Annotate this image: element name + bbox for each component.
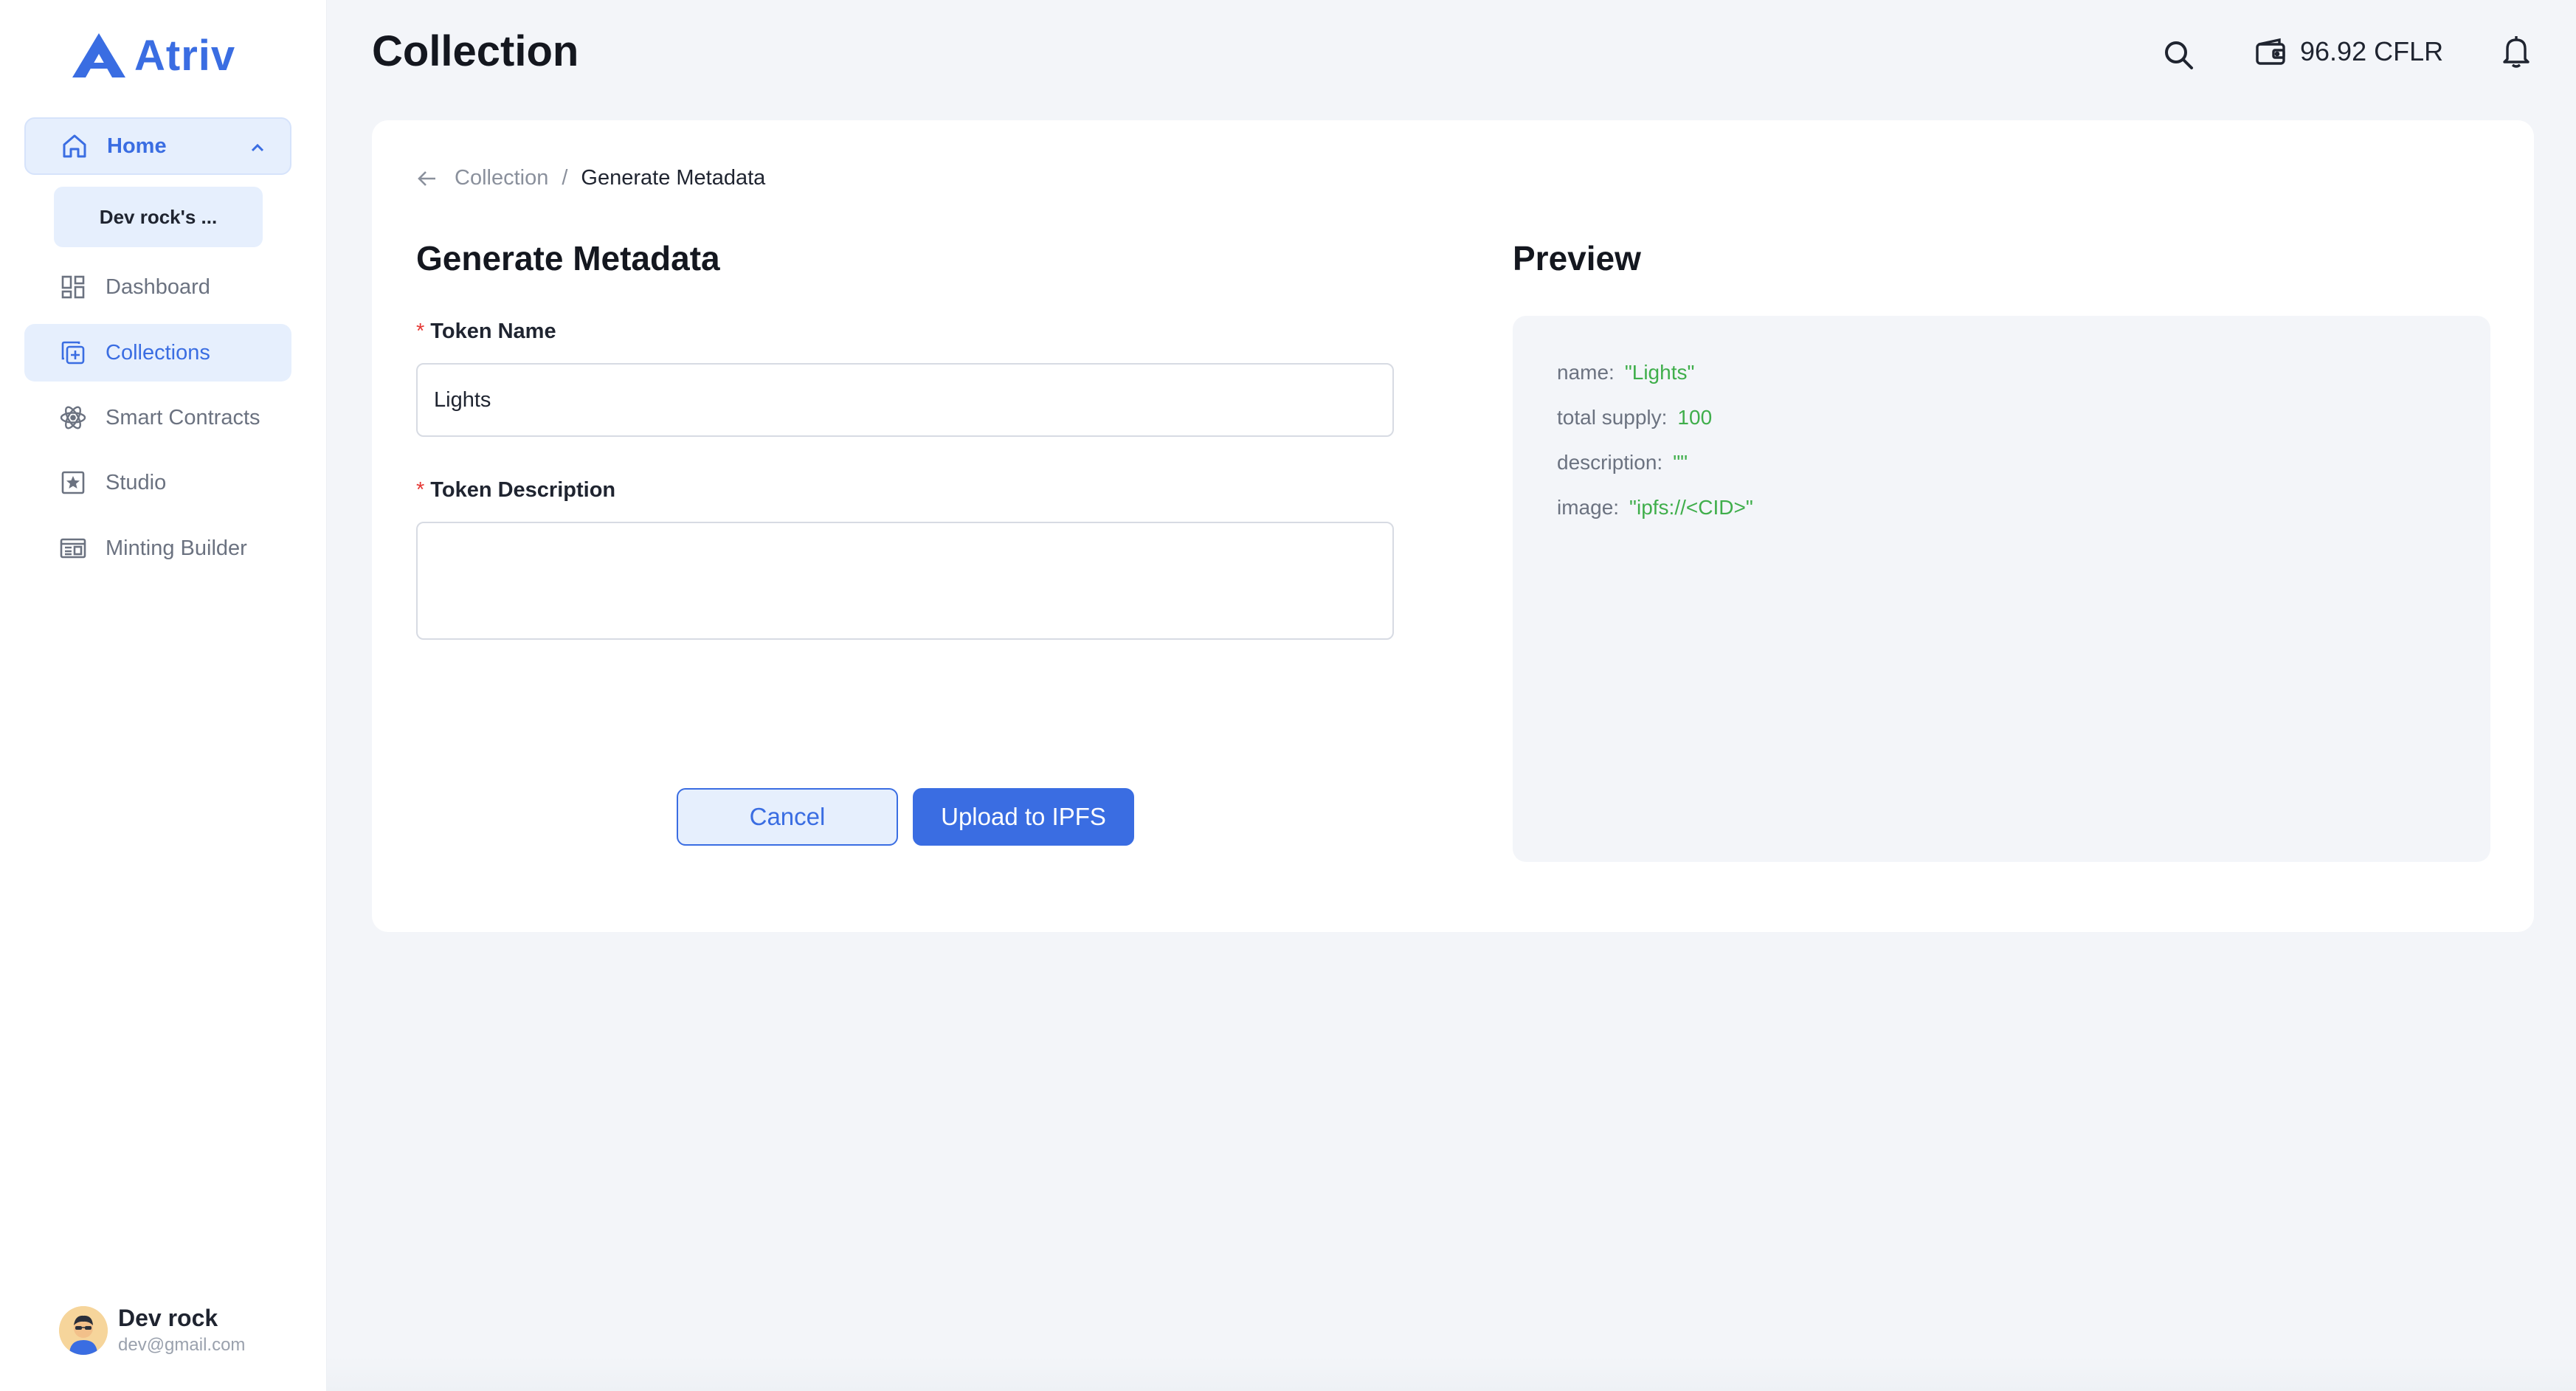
token-description-input[interactable] [416, 522, 1394, 640]
sidebar-item-label: Collections [106, 340, 210, 365]
star-square-icon [58, 468, 88, 497]
preview-row-image: image: "ipfs://<CID>" [1557, 485, 2446, 530]
token-name-label: * Token Name [416, 320, 556, 344]
search-icon[interactable] [2162, 38, 2195, 71]
sidebar-item-label: Dashboard [106, 275, 210, 299]
required-mark: * [416, 320, 425, 343]
collections-icon [58, 338, 88, 367]
preview-value: "" [1673, 451, 1688, 474]
chevron-up-icon[interactable] [249, 139, 266, 157]
sidebar-item-collections[interactable]: Collections [24, 324, 291, 382]
user-profile[interactable]: Dev rock dev@gmail.com [59, 1305, 245, 1356]
page-title: Collection [372, 27, 579, 75]
preview-value: "ipfs://<CID>" [1629, 496, 1753, 519]
builder-icon [58, 534, 88, 563]
preview-title: Preview [1513, 239, 1641, 277]
sidebar-item-label: Home [107, 134, 167, 158]
cancel-button[interactable]: Cancel [677, 788, 898, 846]
avatar [59, 1305, 108, 1355]
preview-value: 100 [1677, 406, 1713, 429]
breadcrumb-separator: / [562, 166, 568, 190]
user-email: dev@gmail.com [118, 1335, 246, 1355]
sidebar-subitem-collection[interactable]: Dev rock's ... [54, 187, 263, 247]
app-name: Atriv [134, 31, 236, 80]
sidebar-item-studio[interactable]: Studio [24, 454, 291, 511]
breadcrumb-parent-link[interactable]: Collection [455, 166, 548, 190]
page-bottom-edge [327, 1356, 2576, 1391]
token-name-input[interactable] [416, 363, 1394, 437]
sidebar-item-dashboard[interactable]: Dashboard [24, 258, 291, 316]
preview-key: total supply: [1557, 406, 1668, 429]
breadcrumb-current: Generate Metadata [581, 166, 766, 190]
atriv-logo-icon [72, 33, 125, 77]
preview-key: name: [1557, 361, 1615, 384]
wallet-balance-value: 96.92 CFLR [2300, 36, 2444, 66]
form-title: Generate Metadata [416, 239, 720, 277]
preview-key: description: [1557, 451, 1663, 474]
notification-bell-icon[interactable] [2500, 34, 2532, 68]
metadata-preview: name: "Lights" total supply: 100 descripti… [1513, 316, 2490, 862]
required-mark: * [416, 478, 425, 502]
sidebar-item-home[interactable]: Home [24, 117, 291, 175]
sidebar: Atriv Home Dev rock's ... Dashboard Coll… [0, 0, 327, 1391]
token-description-label: * Token Description [416, 478, 615, 503]
atom-icon [58, 403, 88, 432]
metadata-card: Collection / Generate Metadata Generate … [372, 120, 2534, 932]
wallet-icon [2256, 38, 2285, 65]
token-description-label-text: Token Description [430, 478, 616, 502]
upload-to-ipfs-button[interactable]: Upload to IPFS [913, 788, 1134, 846]
dashboard-icon [58, 272, 88, 302]
sidebar-item-minting-builder[interactable]: Minting Builder [24, 520, 291, 577]
user-avatar-icon [59, 1305, 108, 1355]
breadcrumb: Collection / Generate Metadata [416, 166, 765, 190]
sidebar-item-label: Minting Builder [106, 536, 247, 560]
user-name: Dev rock [118, 1305, 218, 1331]
preview-key: image: [1557, 496, 1620, 519]
home-icon [60, 131, 89, 161]
sidebar-item-label: Studio [106, 470, 167, 494]
back-arrow-icon[interactable] [416, 168, 438, 190]
preview-row-total-supply: total supply: 100 [1557, 395, 2446, 440]
wallet-balance[interactable]: 96.92 CFLR [2254, 35, 2443, 68]
token-name-label-text: Token Name [430, 320, 556, 343]
preview-row-name: name: "Lights" [1557, 350, 2446, 395]
sidebar-item-label: Smart Contracts [106, 405, 260, 429]
sidebar-item-smart-contracts[interactable]: Smart Contracts [24, 389, 291, 446]
app-logo[interactable]: Atriv [71, 30, 235, 81]
preview-row-description: description: "" [1557, 440, 2446, 485]
preview-value: "Lights" [1624, 361, 1695, 384]
